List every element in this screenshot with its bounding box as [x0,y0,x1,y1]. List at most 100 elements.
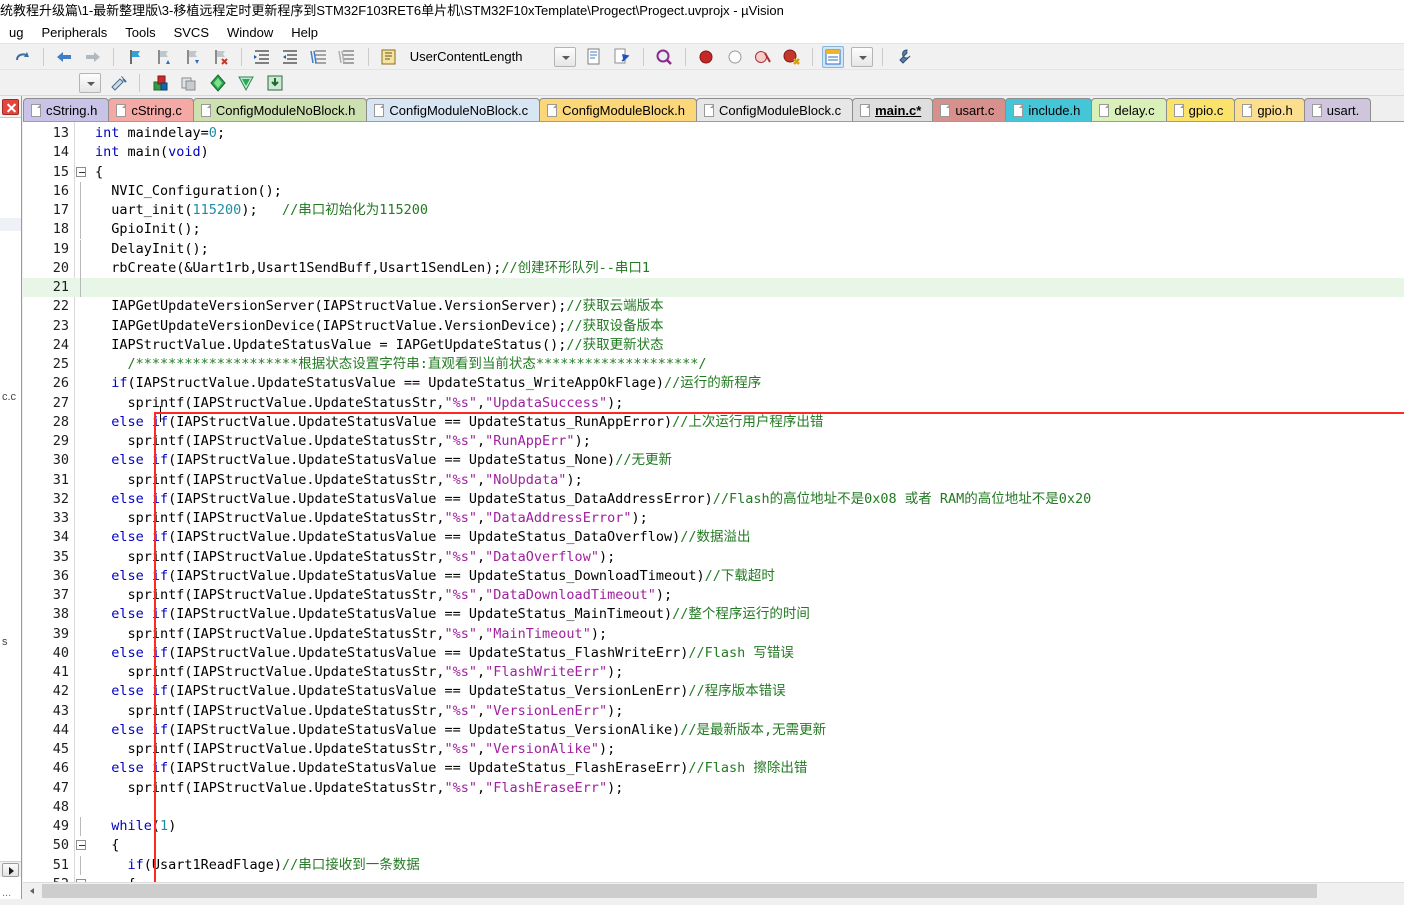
editor-tab-cstringc[interactable]: cString.c [108,98,194,121]
code-line[interactable]: 17 uart_init(115200); //串口初始化为115200 [23,201,1404,220]
breakpoint-kill-all-icon[interactable] [752,46,774,68]
editor-tab-usart[interactable]: usart. [1303,98,1372,121]
menu-item-window[interactable]: Window [218,22,282,44]
code-line[interactable]: 40 else if(IAPStructValue.UpdateStatusVa… [23,644,1404,663]
bookmark-clear-icon[interactable] [209,46,231,68]
editor-tab-cstringh[interactable]: cString.h [23,98,110,121]
scrollbar-thumb[interactable] [42,884,1317,898]
editor-tab-gpioc[interactable]: gpio.c [1165,98,1236,121]
breakpoint-icon[interactable] [695,46,717,68]
editor-tab-gpioh[interactable]: gpio.h [1234,98,1305,121]
batch-build-icon[interactable] [207,72,229,94]
code-line[interactable]: 27 sprintf(IAPStructValue.UpdateStatusSt… [23,394,1404,413]
menu-item-svcs[interactable]: SVCS [165,22,218,44]
menu-item-ug[interactable]: ug [0,22,32,44]
back-arrow-icon[interactable] [53,46,75,68]
code-line[interactable]: 14 int main(void) [23,143,1404,162]
download-icon[interactable] [264,72,286,94]
forward-arrow-icon[interactable] [82,46,104,68]
code-line[interactable]: 32 else if(IAPStructValue.UpdateStatusVa… [23,490,1404,509]
code-line[interactable]: 36 else if(IAPStructValue.UpdateStatusVa… [23,567,1404,586]
editor-tab-configmodulenoblockh[interactable]: ConfigModuleNoBlock.h [192,98,368,121]
bookmark-prev-icon[interactable] [152,46,174,68]
menu-item-help[interactable]: Help [282,22,327,44]
code-line[interactable]: 37 sprintf(IAPStructValue.UpdateStatusSt… [23,586,1404,605]
manage-components-icon[interactable] [822,46,845,68]
code-line[interactable]: 20 rbCreate(&Uart1rb,Usart1SendBuff,Usar… [23,258,1404,278]
code-line[interactable]: 15 { [23,163,1404,182]
code-line[interactable]: 47 sprintf(IAPStructValue.UpdateStatusSt… [23,779,1404,798]
project-panel-hscroll[interactable] [0,861,21,877]
code-line[interactable]: 46 else if(IAPStructValue.UpdateStatusVa… [23,759,1404,778]
bookmark-toggle-icon[interactable] [124,46,146,68]
build-icon[interactable] [150,72,172,94]
code-line[interactable]: 29 sprintf(IAPStructValue.UpdateStatusSt… [23,432,1404,451]
editor-tab-delayc[interactable]: delay.c [1091,98,1167,121]
scroll-right-arrow-icon[interactable] [2,863,19,877]
menu-item-tools[interactable]: Tools [116,22,164,44]
code-line[interactable]: 42 else if(IAPStructValue.UpdateStatusVa… [23,682,1404,701]
code-line[interactable]: 31 sprintf(IAPStructValue.UpdateStatusSt… [23,471,1404,490]
code-line[interactable]: 16 NVIC_Configuration(); [23,181,1404,201]
comment-icon[interactable] [308,46,330,68]
bookmark-next-icon[interactable] [181,46,203,68]
fold-collapse-icon[interactable] [76,166,86,177]
indent-icon[interactable] [251,46,273,68]
insert-template-icon[interactable] [378,46,400,68]
breakpoint-disable-all-icon[interactable] [780,46,802,68]
editor-tab-configmodulenoblockc[interactable]: ConfigModuleNoBlock.c [366,98,541,121]
code-line[interactable]: 44 else if(IAPStructValue.UpdateStatusVa… [23,721,1404,740]
code-line[interactable]: 49 while(1) [23,817,1404,836]
uncomment-icon[interactable] [336,46,358,68]
fold-collapse-icon[interactable] [76,840,86,851]
editor-tab-configmoduleblockc[interactable]: ConfigModuleBlock.c [695,98,854,121]
code-line[interactable]: 25 /********************根据状态设置字符串:直观看到当前… [23,355,1404,374]
code-line[interactable]: 35 sprintf(IAPStructValue.UpdateStatusSt… [23,548,1404,567]
magnifier-icon[interactable] [653,46,675,68]
scrollbar-track[interactable] [1317,884,1403,898]
combo-dropdown-icon[interactable] [79,73,102,93]
code-line[interactable]: 18 GpioInit(); [23,220,1404,240]
project-panel-overflow[interactable]: ... [2,887,11,899]
code-line[interactable]: 34 else if(IAPStructValue.UpdateStatusVa… [23,528,1404,547]
translate-icon[interactable] [235,72,257,94]
code-line[interactable]: 13 int maindelay=0; [23,124,1404,143]
code-line[interactable]: 38 else if(IAPStructValue.UpdateStatusVa… [23,605,1404,624]
code-line[interactable]: 24 IAPStructValue.UpdateStatusValue = IA… [23,336,1404,355]
editor-tab-mainc[interactable]: main.c* [852,98,934,121]
code-editor[interactable]: 13 int maindelay=0; 14 int main(void) 15 {16 … [23,122,1404,882]
editor-tab-configmoduleblockh[interactable]: ConfigModuleBlock.h [539,98,697,121]
code-line[interactable]: 41 sprintf(IAPStructValue.UpdateStatusSt… [23,663,1404,682]
code-line[interactable]: 39 sprintf(IAPStructValue.UpdateStatusSt… [23,625,1404,644]
chevron-left-icon[interactable] [24,884,40,898]
goto-definition-icon[interactable] [611,46,633,68]
code-line[interactable]: 22 IAPGetUpdateVersionServer(IAPStructVa… [23,297,1404,316]
code-line[interactable]: 26 if(IAPStructValue.UpdateStatusValue =… [23,374,1404,393]
code-line[interactable]: 28 else if(IAPStructValue.UpdateStatusVa… [23,413,1404,432]
code-line[interactable]: 43 sprintf(IAPStructValue.UpdateStatusSt… [23,702,1404,721]
editor-tab-usartc[interactable]: usart.c [932,98,1007,121]
code-line[interactable]: 21 [23,278,1404,297]
configuration-wizard-icon[interactable] [108,72,130,94]
wrench-icon[interactable] [893,46,915,68]
editor-tab-includeh[interactable]: include.h [1005,98,1093,121]
breakpoint-disable-icon[interactable] [724,46,746,68]
code-line[interactable]: 45 sprintf(IAPStructValue.UpdateStatusSt… [23,740,1404,759]
code-line[interactable]: 19 DelayInit(); [23,239,1404,259]
menu-item-peripherals[interactable]: Peripherals [32,22,116,44]
rebuild-icon[interactable] [178,72,200,94]
code-line[interactable]: 23 IAPGetUpdateVersionDevice(IAPStructVa… [23,317,1404,336]
code-line[interactable]: 30 else if(IAPStructValue.UpdateStatusVa… [23,451,1404,470]
code-line[interactable]: 50 { [23,836,1404,855]
components-dropdown-icon[interactable] [850,47,873,67]
editor-horizontal-scrollbar[interactable] [23,882,1404,899]
close-project-icon[interactable] [2,99,19,115]
outdent-icon[interactable] [279,46,301,68]
code-line[interactable]: 48 [23,798,1404,817]
redo-arrow-icon[interactable] [11,46,33,68]
find-in-files-icon[interactable] [583,46,605,68]
code-line[interactable]: 33 sprintf(IAPStructValue.UpdateStatusSt… [23,509,1404,528]
code-line[interactable]: 51 if(Usart1ReadFlage)//串口接收到一条数据 [23,855,1404,875]
code-line[interactable]: 52 { [23,875,1404,882]
combo-dropdown-icon[interactable] [554,47,577,67]
